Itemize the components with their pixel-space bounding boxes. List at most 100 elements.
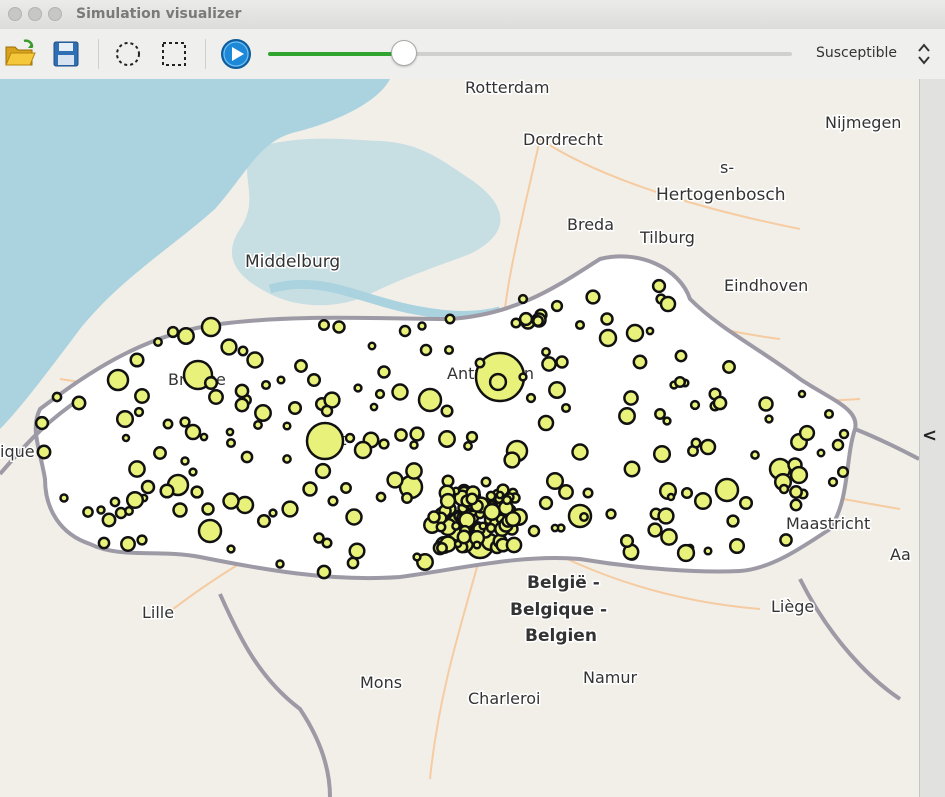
region-marker[interactable] bbox=[125, 490, 145, 510]
region-marker[interactable] bbox=[532, 315, 544, 327]
region-marker[interactable] bbox=[465, 430, 479, 444]
region-marker[interactable] bbox=[465, 492, 479, 506]
region-marker[interactable] bbox=[560, 402, 572, 414]
region-marker[interactable] bbox=[225, 427, 235, 437]
region-marker[interactable] bbox=[179, 416, 191, 428]
region-marker[interactable] bbox=[133, 406, 145, 418]
region-marker[interactable] bbox=[276, 375, 286, 385]
region-marker[interactable] bbox=[409, 426, 425, 442]
region-marker[interactable] bbox=[582, 487, 594, 499]
region-marker[interactable] bbox=[234, 383, 250, 399]
region-marker[interactable] bbox=[282, 421, 292, 431]
region-marker[interactable] bbox=[451, 521, 461, 531]
region-marker[interactable] bbox=[220, 338, 238, 356]
region-marker[interactable] bbox=[140, 479, 156, 495]
region-marker[interactable] bbox=[128, 460, 146, 478]
region-marker[interactable] bbox=[652, 444, 672, 464]
region-marker[interactable] bbox=[282, 454, 292, 464]
region-marker[interactable] bbox=[647, 522, 663, 538]
region-marker[interactable] bbox=[34, 415, 50, 431]
region-marker[interactable] bbox=[305, 421, 345, 461]
region-marker[interactable] bbox=[823, 408, 835, 420]
maximize-window-button[interactable] bbox=[48, 7, 62, 21]
region-marker[interactable] bbox=[483, 503, 501, 521]
time-slider-handle[interactable] bbox=[391, 40, 418, 66]
region-marker[interactable] bbox=[501, 494, 513, 506]
region-marker[interactable] bbox=[201, 502, 215, 516]
region-marker[interactable] bbox=[166, 325, 180, 339]
region-marker[interactable] bbox=[260, 379, 272, 391]
region-marker[interactable] bbox=[435, 521, 447, 533]
region-marker[interactable] bbox=[680, 486, 694, 500]
region-marker[interactable] bbox=[120, 536, 136, 552]
region-marker[interactable] bbox=[703, 546, 713, 556]
region-marker[interactable] bbox=[574, 319, 586, 331]
region-marker[interactable] bbox=[778, 483, 790, 495]
region-marker[interactable] bbox=[438, 430, 456, 448]
region-marker[interactable] bbox=[190, 485, 204, 499]
region-marker[interactable] bbox=[375, 491, 387, 503]
region-marker[interactable] bbox=[184, 423, 202, 441]
region-marker[interactable] bbox=[51, 391, 63, 403]
region-marker[interactable] bbox=[480, 476, 492, 488]
region-marker[interactable] bbox=[571, 443, 589, 461]
region-marker[interactable] bbox=[605, 508, 617, 520]
region-marker[interactable] bbox=[789, 465, 809, 485]
region-marker[interactable] bbox=[585, 289, 601, 305]
region-marker[interactable] bbox=[314, 462, 332, 480]
region-marker[interactable] bbox=[505, 536, 523, 554]
region-marker[interactable] bbox=[398, 324, 412, 338]
region-marker[interactable] bbox=[353, 383, 363, 393]
region-marker[interactable] bbox=[443, 344, 455, 356]
region-marker[interactable] bbox=[199, 432, 209, 442]
region-marker[interactable] bbox=[281, 500, 299, 518]
map-view[interactable]: Rotterdam Dordrecht Nijmegen s- Hertogenbosc… bbox=[0, 79, 919, 797]
region-marker[interactable] bbox=[660, 528, 678, 546]
region-marker[interactable] bbox=[153, 446, 167, 460]
region-marker[interactable] bbox=[417, 387, 443, 413]
region-marker[interactable] bbox=[625, 323, 645, 343]
region-marker[interactable] bbox=[302, 481, 318, 497]
region-marker[interactable] bbox=[444, 313, 456, 325]
region-marker[interactable] bbox=[109, 496, 121, 508]
region-marker[interactable] bbox=[545, 471, 565, 491]
region-marker[interactable] bbox=[478, 521, 488, 531]
region-marker[interactable] bbox=[401, 492, 413, 504]
region-marker[interactable] bbox=[838, 428, 850, 440]
region-marker[interactable] bbox=[419, 343, 433, 357]
region-marker[interactable] bbox=[579, 512, 589, 522]
region-marker[interactable] bbox=[159, 483, 175, 499]
region-marker[interactable] bbox=[427, 510, 441, 524]
close-window-button[interactable] bbox=[8, 7, 22, 21]
region-marker[interactable] bbox=[332, 320, 346, 334]
region-marker[interactable] bbox=[409, 440, 419, 450]
region-marker[interactable] bbox=[82, 506, 94, 518]
region-marker[interactable] bbox=[177, 327, 195, 345]
region-marker[interactable] bbox=[377, 365, 391, 379]
region-marker[interactable] bbox=[726, 514, 740, 528]
region-marker[interactable] bbox=[294, 359, 308, 373]
region-marker[interactable] bbox=[316, 564, 332, 580]
region-marker[interactable] bbox=[134, 388, 150, 404]
region-marker[interactable] bbox=[662, 416, 672, 426]
region-marker[interactable] bbox=[188, 467, 198, 477]
region-marker[interactable] bbox=[518, 372, 528, 382]
region-marker[interactable] bbox=[440, 404, 454, 418]
region-marker[interactable] bbox=[598, 328, 618, 348]
region-marker[interactable] bbox=[200, 316, 222, 338]
region-marker[interactable] bbox=[59, 493, 69, 503]
region-marker[interactable] bbox=[690, 437, 702, 449]
region-marker[interactable] bbox=[237, 345, 249, 357]
state-select[interactable]: Susceptible bbox=[806, 39, 936, 69]
circle-select-button[interactable] bbox=[112, 38, 144, 70]
region-marker[interactable] bbox=[474, 357, 486, 369]
region-marker[interactable] bbox=[439, 492, 457, 510]
region-marker[interactable] bbox=[676, 543, 696, 563]
region-marker[interactable] bbox=[659, 295, 677, 313]
region-marker[interactable] bbox=[527, 524, 541, 538]
region-marker[interactable] bbox=[538, 495, 554, 511]
map-canvas[interactable]: Rotterdam Dordrecht Nijmegen s- Hertogenbosc… bbox=[0, 79, 919, 797]
region-marker[interactable] bbox=[504, 510, 522, 528]
region-marker[interactable] bbox=[503, 451, 521, 469]
region-marker[interactable] bbox=[623, 460, 641, 478]
